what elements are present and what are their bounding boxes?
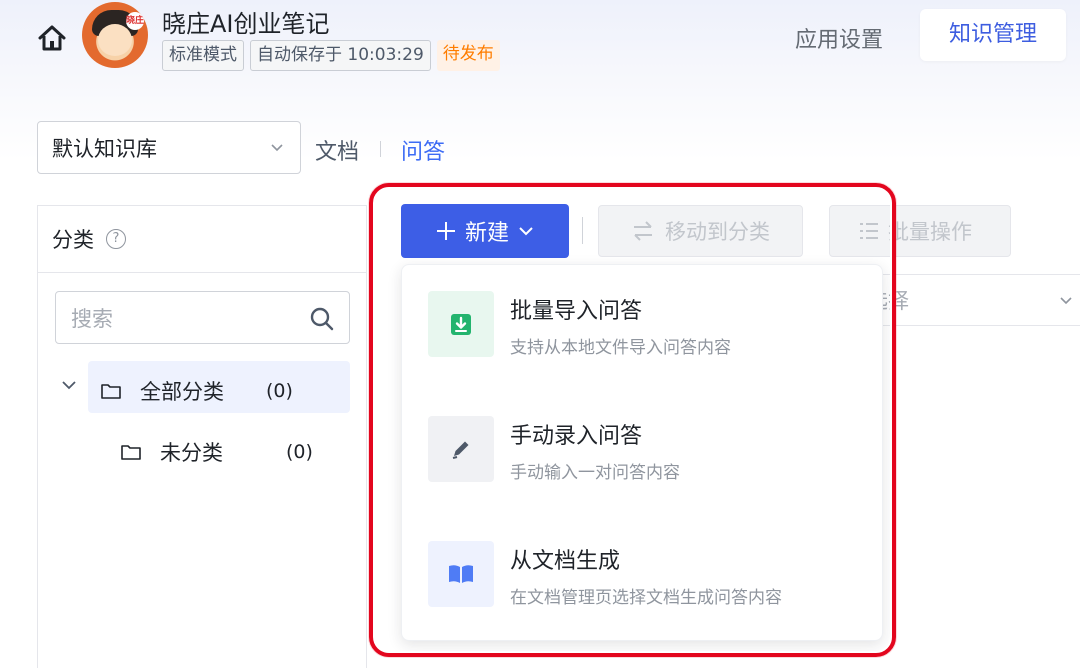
app-tags: 标准模式 自动保存于 10:03:29 待发布	[162, 40, 500, 71]
knowledge-base-select[interactable]: 默认知识库	[37, 121, 301, 174]
tab-divider	[380, 141, 381, 157]
category-panel: 分类 ? 搜索 全部分类 (0) 未分类 (0)	[37, 205, 367, 668]
home-button[interactable]	[36, 22, 68, 54]
status-badge: 待发布	[436, 40, 500, 71]
chevron-down-icon	[271, 144, 283, 152]
avatar-badge: 晓庄	[126, 12, 144, 30]
nav-knowledge-management[interactable]: 知识管理	[920, 9, 1066, 61]
tree-item-count: (0)	[286, 441, 313, 463]
tab-documents[interactable]: 文档	[315, 134, 359, 166]
category-search-input[interactable]: 搜索	[55, 291, 350, 344]
tree-item-all[interactable]: 全部分类 (0)	[100, 376, 293, 406]
folder-icon	[121, 445, 141, 460]
help-icon[interactable]: ?	[106, 229, 126, 249]
mode-tag: 标准模式	[162, 40, 244, 71]
tree-item-count: (0)	[266, 380, 293, 402]
app-title: 晓庄AI创业笔记	[162, 10, 330, 38]
knowledge-base-value: 默认知识库	[52, 136, 157, 161]
tree-item-uncategorized[interactable]: 未分类 (0)	[120, 437, 313, 467]
tree-item-label: 全部分类	[140, 380, 224, 404]
chevron-down-icon[interactable]	[60, 376, 78, 394]
batch-button-label: 批量操作	[888, 220, 972, 244]
folder-icon	[101, 384, 121, 399]
search-icon[interactable]	[309, 306, 335, 332]
category-header: 分类 ?	[38, 206, 366, 273]
nav-app-settings[interactable]: 应用设置	[795, 22, 883, 54]
tab-qa[interactable]: 问答	[401, 134, 445, 166]
search-placeholder: 搜索	[71, 306, 113, 331]
autosave-tag: 自动保存于 10:03:29	[250, 40, 431, 71]
annotation-highlight-frame	[369, 183, 896, 657]
app-avatar: 晓庄	[82, 2, 148, 68]
chevron-down-icon	[1060, 297, 1072, 305]
tree-item-label: 未分类	[160, 441, 223, 465]
home-icon	[38, 25, 66, 51]
category-title: 分类	[52, 228, 94, 252]
